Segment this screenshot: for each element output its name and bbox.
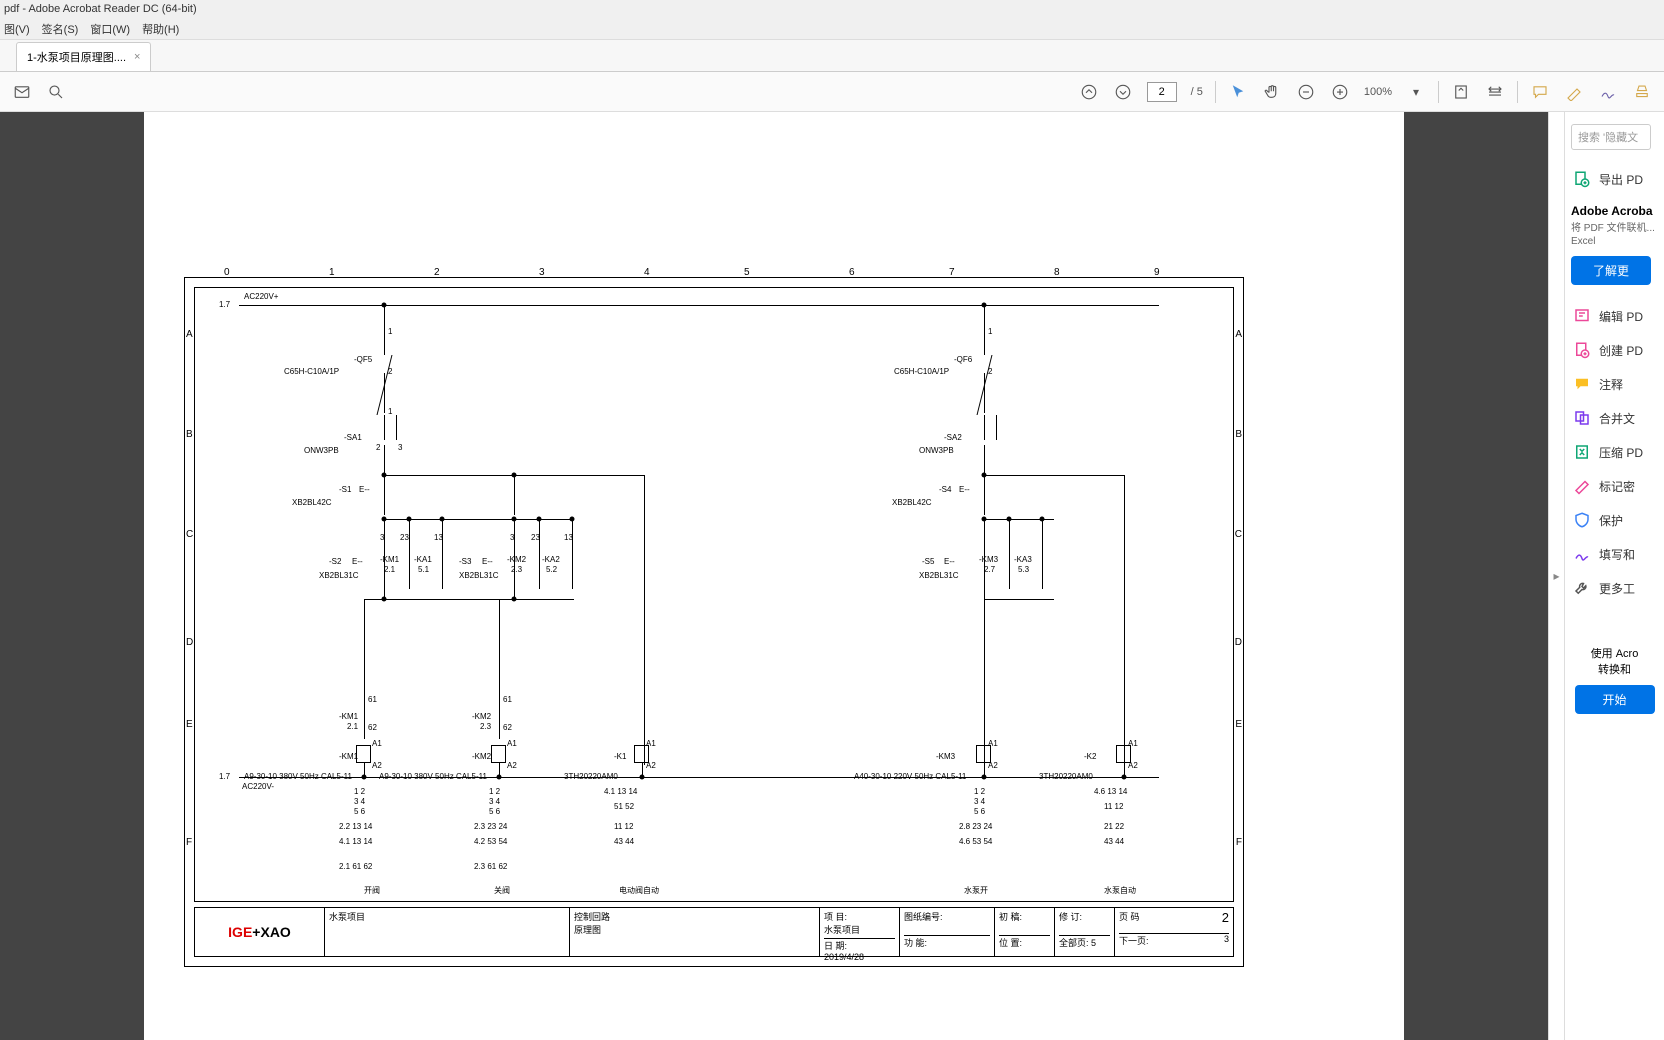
merge-button[interactable]: 合并文 [1571,401,1658,435]
acrobat-desc: 将 PDF 文件联机... Excel [1571,222,1658,248]
tab-label: 1-水泵项目原理图.... [27,49,126,65]
fit-page-icon[interactable] [1451,82,1471,102]
fit-width-icon[interactable] [1485,82,1505,102]
compress-button[interactable]: 压缩 PD [1571,435,1658,469]
menu-sign[interactable]: 签名(S) [42,21,79,37]
wrench-icon [1573,579,1591,597]
fill-sign-button[interactable]: 填写和 [1571,537,1658,571]
sign-icon[interactable] [1598,82,1618,102]
more-tools-button[interactable]: 更多工 [1571,571,1658,605]
chevron-down-icon[interactable]: ▾ [1406,82,1426,102]
page-down-icon[interactable] [1113,82,1133,102]
protect-button[interactable]: 保护 [1571,503,1658,537]
menu-window[interactable]: 窗口(W) [90,21,130,37]
start-trial-button[interactable]: 开始 [1575,685,1655,714]
shield-icon [1573,511,1591,529]
learn-more-button[interactable]: 了解更 [1571,256,1651,285]
comment-icon[interactable] [1530,82,1550,102]
logo: IGE+XAO [195,908,325,956]
close-icon[interactable]: × [134,51,140,63]
footer-text-1: 使用 Acro [1571,645,1658,661]
zoom-level[interactable]: 100% [1364,86,1392,98]
fill-icon [1573,545,1591,563]
page-total-label: / 5 [1191,86,1203,98]
hand-tool-icon[interactable] [1262,82,1282,102]
menu-bar: 图(V) 签名(S) 窗口(W) 帮助(H) [0,18,1664,40]
pdf-page: 0 1 2 3 4 5 6 7 8 9 A B C D E F A B C D [144,112,1404,1040]
redact-icon [1573,477,1591,495]
merge-icon [1573,409,1591,427]
menu-view[interactable]: 图(V) [4,21,30,37]
select-tool-icon[interactable] [1228,82,1248,102]
create-pdf-button[interactable]: 创建 PD [1571,333,1658,367]
document-tabs: 1-水泵项目原理图.... × [0,40,1664,72]
highlight-icon[interactable] [1564,82,1584,102]
comment-button[interactable]: 注释 [1571,367,1658,401]
menu-help[interactable]: 帮助(H) [142,21,179,37]
export-pdf-button[interactable]: 导出 PD [1571,162,1658,196]
mail-icon[interactable] [12,82,32,102]
page-number-input[interactable] [1147,82,1177,102]
zoom-in-icon[interactable] [1330,82,1350,102]
page-up-icon[interactable] [1079,82,1099,102]
tools-sidebar: 搜索 '隐藏文 导出 PD Adobe Acroba 将 PDF 文件联机...… [1564,112,1664,1040]
edit-icon [1573,307,1591,325]
export-icon [1573,170,1591,188]
acrobat-heading: Adobe Acroba [1571,204,1658,218]
comment-icon [1573,375,1591,393]
tab-document-1[interactable]: 1-水泵项目原理图.... × [16,42,151,71]
document-canvas[interactable]: 0 1 2 3 4 5 6 7 8 9 A B C D E F A B C D [0,112,1548,1040]
redact-button[interactable]: 标记密 [1571,469,1658,503]
search-icon[interactable] [46,82,66,102]
stamp-icon[interactable] [1632,82,1652,102]
edit-pdf-button[interactable]: 编辑 PD [1571,299,1658,333]
search-input[interactable]: 搜索 '隐藏文 [1571,124,1651,150]
compress-icon [1573,443,1591,461]
main-toolbar: / 5 100% ▾ [0,72,1664,112]
footer-text-2: 转换和 [1571,661,1658,677]
create-icon [1573,341,1591,359]
zoom-out-icon[interactable] [1296,82,1316,102]
window-titlebar: pdf - Adobe Acrobat Reader DC (64-bit) [0,0,1664,18]
collapse-pane-icon[interactable]: ▸ [1548,112,1564,1040]
